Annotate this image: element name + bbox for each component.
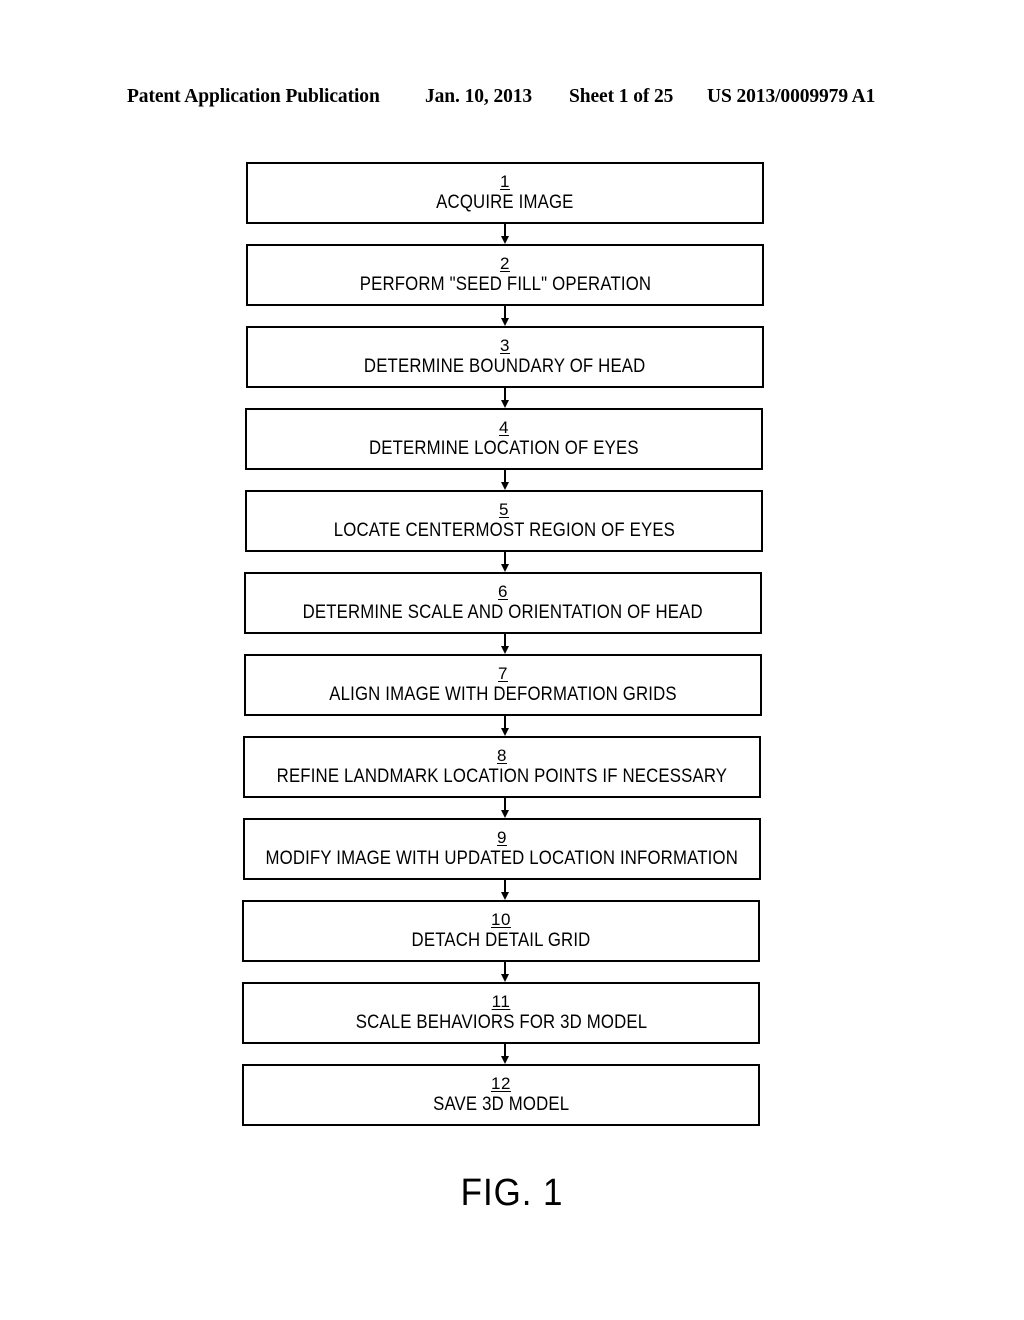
step-label: SCALE BEHAVIORS FOR 3D MODEL <box>355 1010 647 1033</box>
flow-arrow-2-to-3 <box>246 306 764 326</box>
flow-arrow-4-to-5 <box>246 470 764 490</box>
arrow-head-icon <box>501 318 509 326</box>
step-label: PERFORM "SEED FILL" OPERATION <box>359 272 651 295</box>
flowchart-step-2: 2 PERFORM "SEED FILL" OPERATION <box>246 244 764 306</box>
arrow-head-icon <box>501 564 509 572</box>
step-number: 12 <box>491 1073 511 1093</box>
step-label: DETERMINE BOUNDARY OF HEAD <box>364 354 646 377</box>
flowchart-step-7: 7 ALIGN IMAGE WITH DEFORMATION GRIDS <box>244 654 762 716</box>
step-label: SAVE 3D MODEL <box>432 1092 570 1115</box>
flow-arrow-3-to-4 <box>246 388 764 408</box>
header-publication-date: Jan. 10, 2013 <box>425 86 533 107</box>
arrow-head-icon <box>501 810 509 818</box>
arrow-head-icon <box>501 892 509 900</box>
step-number: 7 <box>498 663 508 683</box>
step-number: 11 <box>491 991 511 1011</box>
step-label: DETACH DETAIL GRID <box>411 928 591 951</box>
flowchart-step-5: 5 LOCATE CENTERMOST REGION OF EYES <box>245 490 763 552</box>
arrow-head-icon <box>501 482 509 490</box>
step-number: 8 <box>497 745 507 765</box>
flow-arrow-9-to-10 <box>246 880 764 900</box>
step-number: 6 <box>498 581 508 601</box>
step-number: 4 <box>499 417 509 437</box>
step-number: 2 <box>500 253 510 273</box>
flowchart: 1 ACQUIRE IMAGE 2 PERFORM "SEED FILL" OP… <box>242 162 770 1126</box>
flowchart-step-10: 10 DETACH DETAIL GRID <box>242 900 760 962</box>
step-label: REFINE LANDMARK LOCATION POINTS IF NECES… <box>276 764 728 787</box>
flowchart-step-1: 1 ACQUIRE IMAGE <box>246 162 764 224</box>
step-label: LOCATE CENTERMOST REGION OF EYES <box>333 518 675 541</box>
step-label: ALIGN IMAGE WITH DEFORMATION GRIDS <box>329 682 677 705</box>
header-publication-label: Patent Application Publication <box>127 86 380 107</box>
step-label: DETERMINE SCALE AND ORIENTATION OF HEAD <box>302 600 704 623</box>
header-patent-number: US 2013/0009979 A1 <box>707 86 876 107</box>
flow-arrow-6-to-7 <box>246 634 764 654</box>
arrow-head-icon <box>501 974 509 982</box>
page-header: Patent Application Publication Jan. 10, … <box>0 86 1024 114</box>
arrow-head-icon <box>501 236 509 244</box>
step-number: 3 <box>500 335 510 355</box>
flow-arrow-7-to-8 <box>246 716 764 736</box>
flowchart-step-3: 3 DETERMINE BOUNDARY OF HEAD <box>246 326 764 388</box>
figure-caption: FIG. 1 <box>460 1172 564 1214</box>
header-sheet-number: Sheet 1 of 25 <box>569 86 674 107</box>
arrow-head-icon <box>501 728 509 736</box>
flow-arrow-8-to-9 <box>246 798 764 818</box>
step-label: ACQUIRE IMAGE <box>436 190 574 213</box>
step-number: 5 <box>499 499 509 519</box>
flow-arrow-1-to-2 <box>246 224 764 244</box>
step-number: 1 <box>500 171 510 191</box>
flowchart-step-6: 6 DETERMINE SCALE AND ORIENTATION OF HEA… <box>244 572 762 634</box>
arrow-head-icon <box>501 400 509 408</box>
step-label: DETERMINE LOCATION OF EYES <box>369 436 639 459</box>
arrow-head-icon <box>501 646 509 654</box>
flowchart-step-11: 11 SCALE BEHAVIORS FOR 3D MODEL <box>242 982 760 1044</box>
arrow-head-icon <box>501 1056 509 1064</box>
flow-arrow-5-to-6 <box>246 552 764 572</box>
step-label: MODIFY IMAGE WITH UPDATED LOCATION INFOR… <box>265 846 739 869</box>
flowchart-step-12: 12 SAVE 3D MODEL <box>242 1064 760 1126</box>
flowchart-step-4: 4 DETERMINE LOCATION OF EYES <box>245 408 763 470</box>
flow-arrow-11-to-12 <box>246 1044 764 1064</box>
step-number: 10 <box>491 909 511 929</box>
flowchart-step-8: 8 REFINE LANDMARK LOCATION POINTS IF NEC… <box>243 736 761 798</box>
flowchart-step-9: 9 MODIFY IMAGE WITH UPDATED LOCATION INF… <box>243 818 761 880</box>
step-number: 9 <box>497 827 507 847</box>
flow-arrow-10-to-11 <box>246 962 764 982</box>
patent-drawing-page: Patent Application Publication Jan. 10, … <box>0 0 1024 1320</box>
